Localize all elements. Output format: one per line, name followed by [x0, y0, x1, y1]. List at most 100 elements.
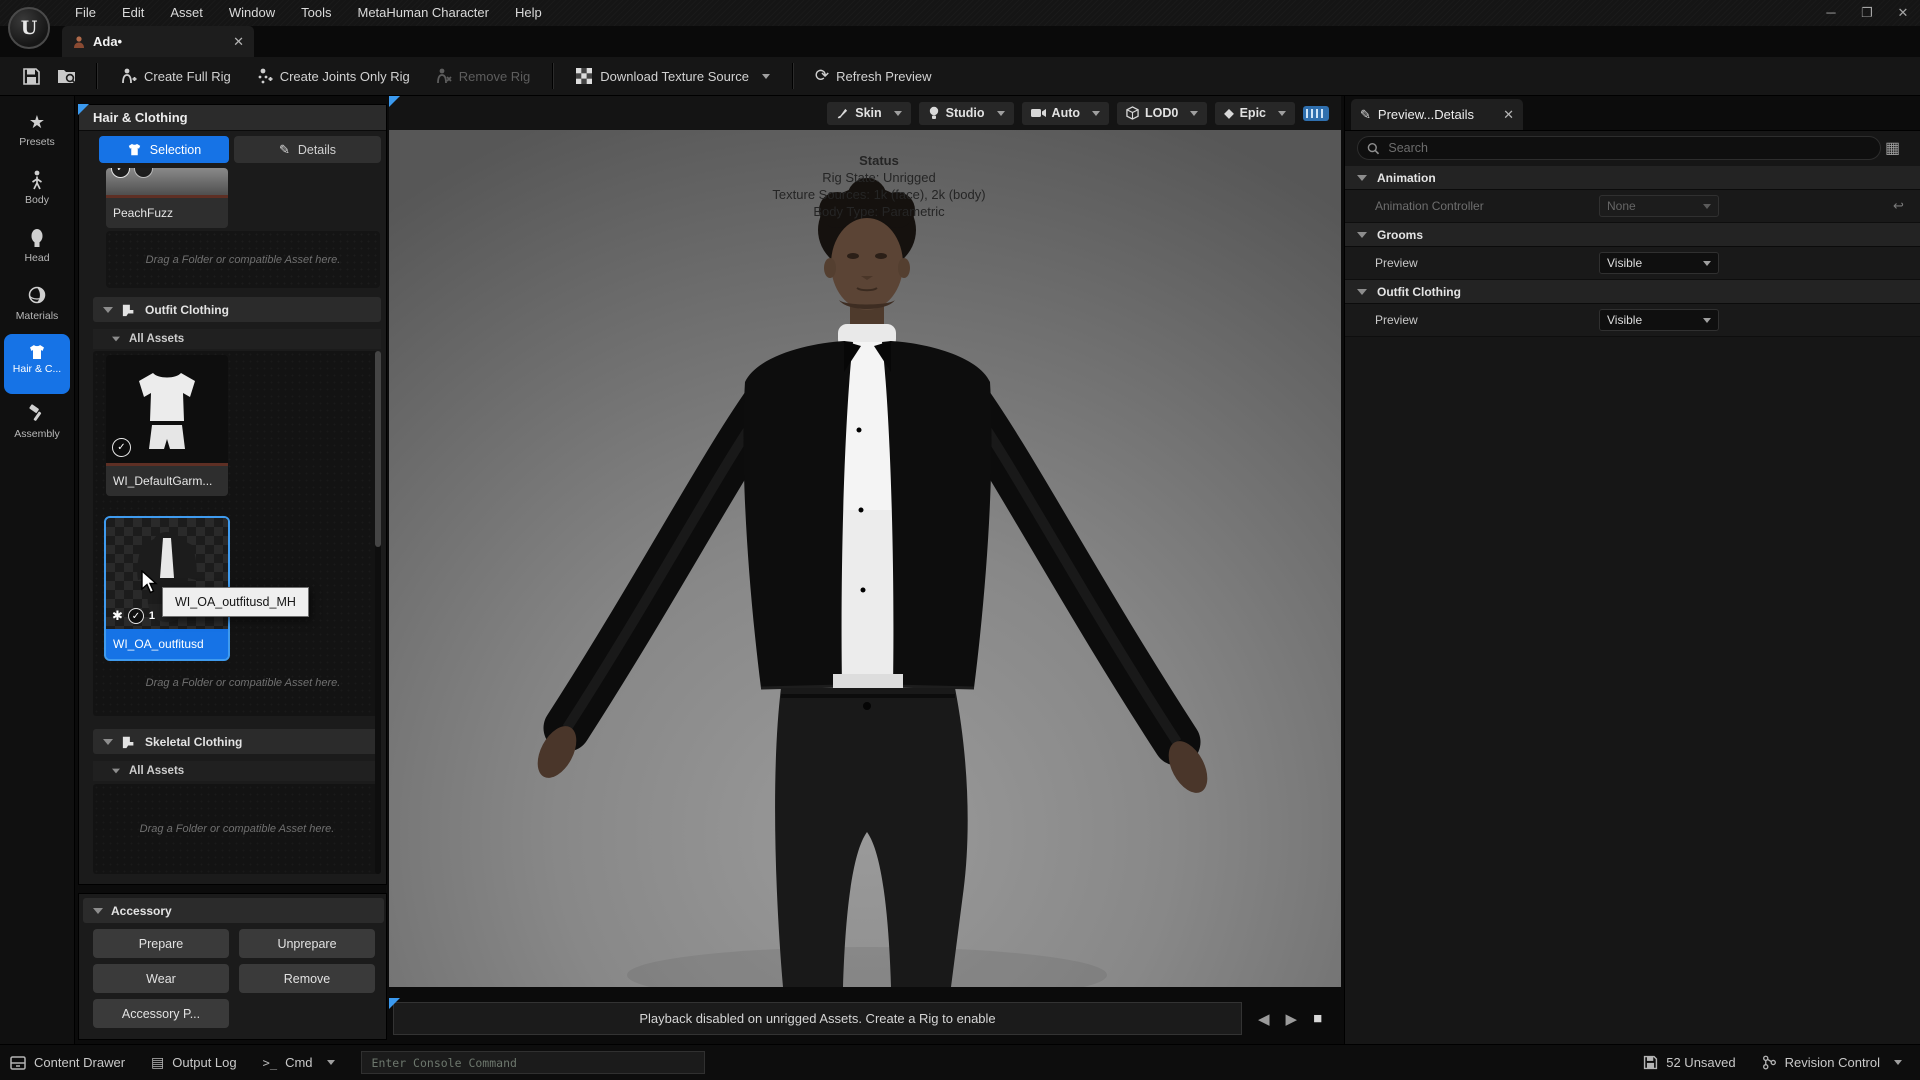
details-search-box[interactable] [1357, 136, 1881, 160]
console-input[interactable] [370, 1055, 696, 1071]
browse-to-asset-button[interactable] [49, 61, 86, 91]
asset-tile-peachfuzz[interactable]: ✓ PeachFuzz [106, 168, 228, 228]
camera-auto-dropdown[interactable]: Auto [1022, 102, 1109, 125]
search-input[interactable] [1386, 140, 1871, 156]
minimize-button[interactable]: ─ [1820, 0, 1842, 26]
sidebar-item-materials[interactable]: Materials [0, 286, 74, 322]
asset-tile-default-garment[interactable]: ✓ WI_DefaultGarm... [106, 355, 228, 496]
tab-selection-label: Selection [150, 143, 201, 157]
status-title: Status [669, 152, 1089, 169]
asset-name-selected: WI_OA_outfitusd [106, 629, 228, 659]
menu-edit[interactable]: Edit [109, 0, 157, 26]
menu-file[interactable]: File [62, 0, 109, 26]
sidebar-item-hair-and-clothing[interactable]: Hair & C... [4, 334, 70, 394]
unprepare-button[interactable]: Unprepare [239, 929, 375, 958]
groom-drop-zone[interactable]: Drag a Folder or compatible Asset here. [106, 231, 380, 288]
section-outfit-clothing[interactable]: Outfit Clothing [93, 297, 381, 322]
save-button[interactable] [14, 61, 49, 91]
row-animation-controller: Animation Controller None ↩ [1345, 190, 1920, 223]
panel-scrollbar-thumb[interactable] [375, 351, 381, 547]
menu-window[interactable]: Window [216, 0, 288, 26]
category-grooms[interactable]: Grooms [1345, 223, 1920, 247]
tab-preview-details-label: Preview...Details [1378, 107, 1474, 122]
lod-dropdown[interactable]: LOD0 [1117, 102, 1207, 125]
reset-to-default-icon[interactable]: ↩ [1893, 198, 1904, 214]
sidebar-item-presets[interactable]: ★ Presets [0, 112, 74, 148]
category-outfit-clothing[interactable]: Outfit Clothing [1345, 280, 1920, 304]
previous-frame-icon[interactable]: ◀ [1258, 1010, 1270, 1028]
create-joints-only-rig-icon [255, 67, 273, 85]
details-view-options-icon[interactable]: ▦ [1885, 138, 1900, 158]
tab-ada[interactable]: Ada• ✕ [62, 26, 254, 57]
refresh-icon: ⟳ [815, 66, 829, 86]
tab-close-icon[interactable]: ✕ [1503, 107, 1514, 123]
animation-controller-dropdown[interactable]: None [1599, 195, 1719, 217]
tab-selection[interactable]: Selection [99, 136, 229, 163]
remove-rig-icon [434, 67, 452, 85]
section-accessory[interactable]: Accessory [83, 898, 384, 923]
menu-help[interactable]: Help [502, 0, 555, 26]
output-log-button[interactable]: ▤ Output Log [151, 1054, 237, 1071]
download-texture-source-button[interactable]: Download Texture Source [563, 61, 782, 91]
skin-dropdown[interactable]: Skin [827, 102, 910, 125]
menu-asset[interactable]: Asset [157, 0, 216, 26]
collapse-arrow-icon [112, 769, 120, 774]
tab-details[interactable]: ✎ Details [234, 136, 381, 163]
sidebar-label: Hair & C... [13, 363, 61, 375]
remove-button[interactable]: Remove [239, 964, 375, 993]
count-badge: 1 [149, 610, 155, 622]
tab-close-icon[interactable]: ✕ [233, 34, 244, 50]
sidebar-item-body[interactable]: Body [0, 170, 74, 206]
sidebar-item-assembly[interactable]: Assembly [0, 404, 74, 440]
playbar-focus-corner [389, 998, 400, 1009]
panel-scrollbar[interactable] [375, 351, 381, 874]
cmd-dropdown[interactable]: >_ Cmd [263, 1055, 335, 1070]
accessory-prepare-button[interactable]: Accessory P... [93, 999, 229, 1028]
grooms-preview-dropdown[interactable]: Visible [1599, 252, 1719, 274]
close-button[interactable]: ✕ [1892, 0, 1914, 26]
sidebar-item-head[interactable]: Head [0, 228, 74, 264]
create-joints-only-rig-button[interactable]: Create Joints Only Rig [243, 61, 422, 91]
quality-epic-dropdown[interactable]: ◆ Epic [1215, 102, 1295, 125]
content-drawer-button[interactable]: Content Drawer [10, 1055, 125, 1070]
row-label: Preview [1375, 313, 1418, 327]
maximize-button[interactable]: ❐ [1856, 0, 1878, 26]
play-icon[interactable]: ▶ [1286, 1010, 1298, 1028]
chevron-down-icon [997, 111, 1005, 116]
badge-icon [134, 168, 153, 178]
category-animation[interactable]: Animation [1345, 166, 1920, 190]
clothing-icon [121, 303, 137, 317]
viewport-3d[interactable]: Status Rig State: Unrigged Texture Sourc… [389, 130, 1341, 987]
asset-tab-bar: Ada• ✕ [0, 26, 1920, 57]
remove-rig-button[interactable]: Remove Rig [422, 61, 543, 91]
create-full-rig-button[interactable]: Create Full Rig [107, 61, 243, 91]
section-title: Skeletal Clothing [145, 735, 242, 749]
tab-preview-details[interactable]: ✎ Preview...Details ✕ [1351, 99, 1523, 130]
chevron-down-icon [1703, 318, 1711, 323]
stop-icon[interactable]: ■ [1313, 1010, 1322, 1027]
wear-button[interactable]: Wear [93, 964, 229, 993]
collapse-arrow-icon [93, 908, 103, 914]
console-command-field[interactable] [361, 1051, 705, 1074]
chevron-down-icon [1278, 111, 1286, 116]
collapse-arrow-icon [1357, 175, 1367, 181]
prepare-button[interactable]: Prepare [93, 929, 229, 958]
diamond-icon: ◆ [1224, 106, 1233, 120]
revision-control-button[interactable]: Revision Control [1762, 1055, 1902, 1070]
outfit-preview-dropdown[interactable]: Visible [1599, 309, 1719, 331]
section-skeletal-clothing[interactable]: Skeletal Clothing [93, 729, 381, 754]
subsection-all-assets[interactable]: All Assets [93, 761, 381, 781]
menu-metahuman-character[interactable]: MetaHuman Character [344, 0, 502, 26]
keyboard-shortcuts-icon[interactable] [1303, 106, 1329, 121]
unsaved-changes-button[interactable]: 52 Unsaved [1643, 1055, 1735, 1070]
tab-details-label: Details [298, 143, 336, 157]
skeletal-drop-zone[interactable]: Drag a Folder or compatible Asset here. [93, 784, 381, 874]
lighting-studio-dropdown[interactable]: Studio [919, 102, 1014, 125]
refresh-preview-button[interactable]: ⟳ Refresh Preview [803, 61, 944, 91]
check-badge-icon: ✓ [112, 438, 131, 457]
asset-tooltip: WI_OA_outfitusd_MH [162, 587, 309, 617]
metahuman-asset-icon [72, 35, 86, 49]
shirt-icon [127, 143, 142, 156]
menu-tools[interactable]: Tools [288, 0, 344, 26]
subsection-all-assets[interactable]: All Assets [93, 329, 381, 349]
